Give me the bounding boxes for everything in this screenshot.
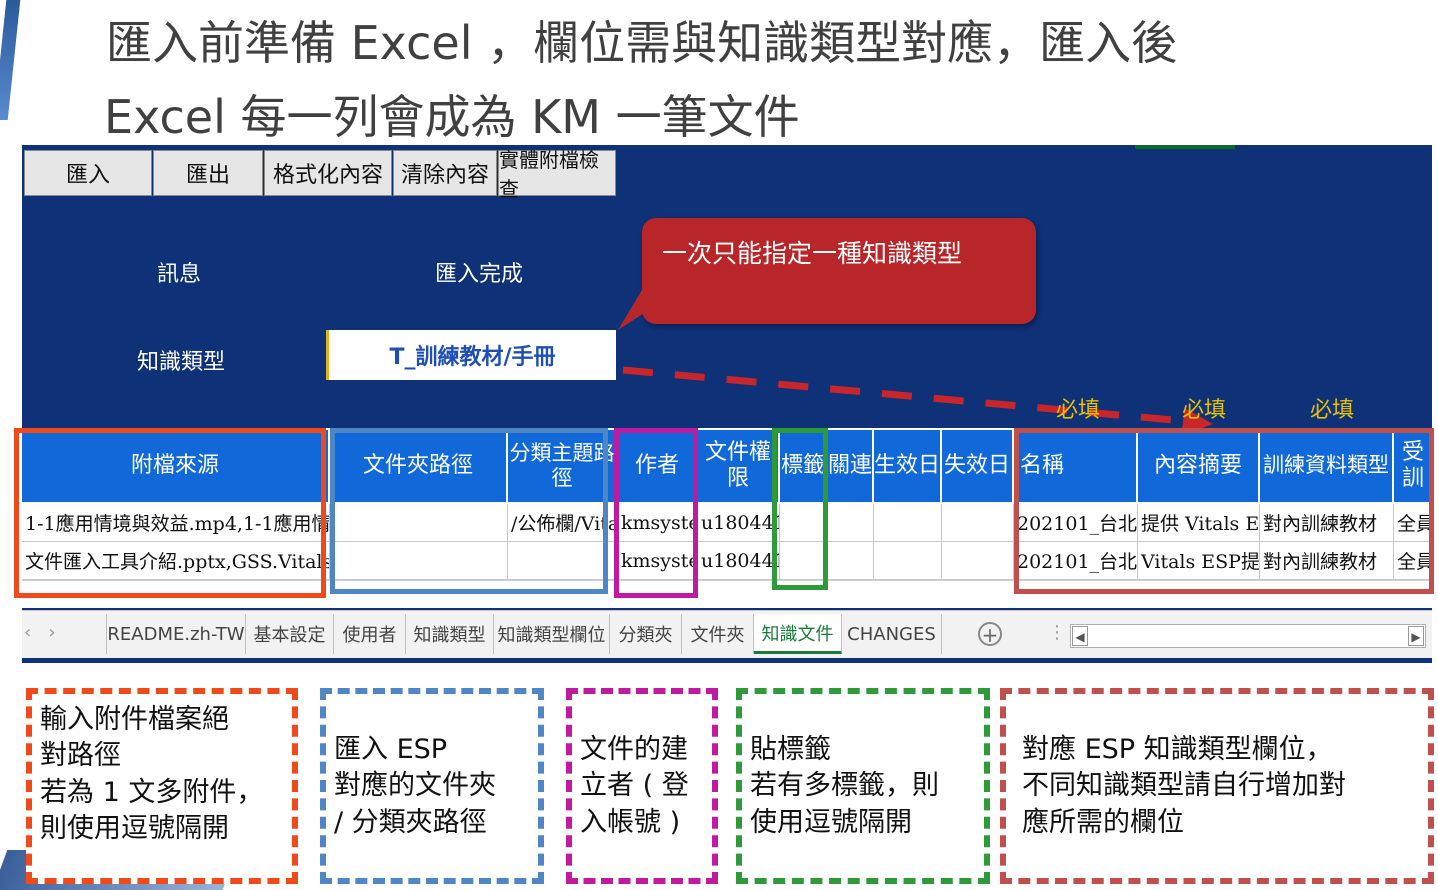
knowledge-fields-highlight <box>1014 428 1434 594</box>
table-cell[interactable]: u180441:0 <box>698 542 780 580</box>
tab-knowledge-type[interactable]: 知識類型 <box>406 614 494 654</box>
note-line: 對應的文件夾 <box>334 770 496 802</box>
callout-note: 一次只能指定一種知識類型 <box>642 218 1036 324</box>
column-header[interactable]: 關連 <box>828 430 872 502</box>
export-button[interactable]: 匯出 <box>153 150 263 196</box>
note-tags: 貼標籤 若有多標籤，則 使用逗號隔開 <box>736 688 990 884</box>
table-cell[interactable] <box>874 504 942 542</box>
tab-basic-settings[interactable]: 基本設定 <box>246 614 334 654</box>
import-button[interactable]: 匯入 <box>24 150 152 196</box>
note-attachment-path: 輸入附件檔案絕 對路徑 若為 1 文多附件， 則使用逗號隔開 <box>26 688 298 884</box>
tab-changes[interactable]: CHANGES <box>842 614 942 654</box>
note-line: 應所需的欄位 <box>1022 806 1184 838</box>
note-line: 輸入附件檔案絕 <box>40 704 229 735</box>
note-line: 對應 ESP 知識類型欄位， <box>1022 734 1333 765</box>
note-line: 若為 1 文多附件， <box>40 776 264 808</box>
required-mark: 必填 <box>1310 398 1355 423</box>
table-cell[interactable]: u180441:0 <box>698 504 780 542</box>
scroll-left-icon[interactable]: ◀ <box>1072 626 1088 646</box>
scroll-right-icon[interactable]: ▶ <box>1408 626 1424 646</box>
note-line: 不同知識類型請自行增加對 <box>1022 770 1346 802</box>
tab-folder[interactable]: 文件夾 <box>682 614 754 654</box>
note-line: 貼標籤 <box>750 734 831 765</box>
message-value: 匯入完成 <box>435 262 524 287</box>
clear-content-button[interactable]: 清除內容 <box>393 150 497 196</box>
attachment-source-highlight <box>14 428 326 598</box>
note-line: 立者 ( 登 <box>580 770 689 802</box>
add-sheet-icon[interactable]: + <box>978 622 1002 646</box>
format-content-button[interactable]: 格式化內容 <box>264 150 392 196</box>
tab-readme[interactable]: README.zh-TW <box>106 614 246 654</box>
required-mark: 必填 <box>1182 398 1227 423</box>
note-line: 入帳號 ) <box>580 806 681 838</box>
note-line: 文件的建 <box>580 734 688 765</box>
knowledge-type-label: 知識類型 <box>137 350 226 375</box>
ribbon-strip <box>1135 145 1235 149</box>
splitter-icon[interactable]: ⋮ <box>1048 622 1066 643</box>
column-header[interactable]: 文件權限 <box>698 430 778 502</box>
note-author: 文件的建 立者 ( 登 入帳號 ) <box>566 688 718 884</box>
note-line: 則使用逗號隔開 <box>40 813 229 845</box>
slide-decoration-left <box>0 0 21 120</box>
note-knowledge-fields: 對應 ESP 知識類型欄位， 不同知識類型請自行增加對 應所需的欄位 <box>1000 688 1434 884</box>
knowledge-type-select[interactable]: T_訓練教材/手冊 <box>326 330 616 380</box>
attachment-check-button[interactable]: 實體附檔檢查 <box>498 148 616 201</box>
tab-knowledge-documents[interactable]: 知識文件 <box>754 614 842 654</box>
tab-category-folder[interactable]: 分類夾 <box>610 614 682 654</box>
note-line: / 分類夾路徑 <box>334 806 487 838</box>
table-cell[interactable] <box>874 542 942 580</box>
tab-knowledge-type-fields[interactable]: 知識類型欄位 <box>494 614 610 654</box>
table-cell[interactable] <box>828 542 874 580</box>
table-cell[interactable] <box>828 504 874 542</box>
tab-users[interactable]: 使用者 <box>334 614 406 654</box>
note-line: 使用逗號隔開 <box>750 806 912 838</box>
horizontal-scrollbar[interactable] <box>1070 624 1426 648</box>
author-highlight <box>614 428 698 598</box>
table-cell[interactable] <box>942 542 1014 580</box>
column-header[interactable]: 生效日 <box>874 430 940 502</box>
folder-path-highlight <box>330 428 608 594</box>
slide-title-line-2: Excel 每一列會成為 KM 一筆文件 <box>104 90 800 144</box>
note-folder-path: 匯入 ESP 對應的文件夾 / 分類夾路徑 <box>320 688 544 884</box>
tab-scroll-arrows[interactable]: ‹ › <box>24 622 104 646</box>
message-label: 訊息 <box>157 262 202 287</box>
note-line: 若有多標籤，則 <box>750 770 939 802</box>
slide-title-line-1: 匯入前準備 Excel ，欄位需與知識類型對應，匯入後 <box>106 16 1178 70</box>
required-mark: 必填 <box>1056 398 1101 423</box>
note-line: 對路徑 <box>40 740 121 772</box>
note-line: 匯入 ESP <box>334 734 448 765</box>
tag-highlight <box>772 428 828 590</box>
table-cell[interactable] <box>942 504 1014 542</box>
column-header[interactable]: 失效日 <box>942 430 1012 502</box>
callout-pointer <box>618 290 680 330</box>
